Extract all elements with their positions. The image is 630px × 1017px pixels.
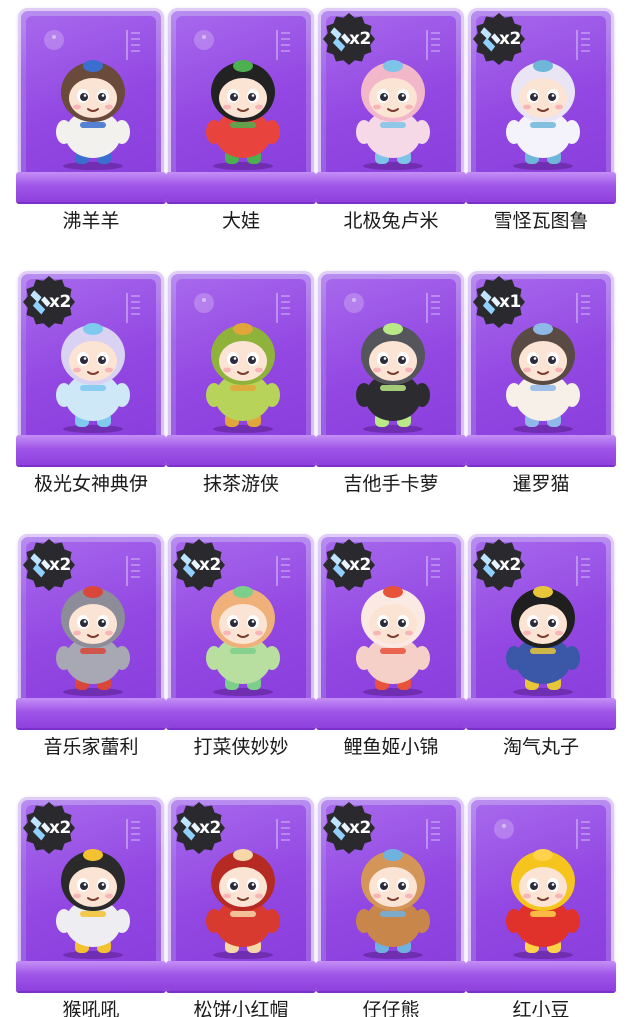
snow-monster-figure-icon [494,52,592,172]
matcha-ranger-figure-icon [194,315,292,435]
figure-name: 抹茶游侠 [202,473,279,495]
badge-count-text: x2 [499,29,521,49]
badge-count-text: x2 [49,292,71,312]
duplicate-count-badge: x2 [22,275,76,329]
figure-name: 松饼小红帽 [193,999,289,1017]
naughty-wanzi-figure-icon [494,578,592,698]
collection-grid: 沸羊羊 大娃 x2 北极兔卢米 x2 雪怪瓦图鲁 x2 极光女神典伊 抹茶游侠 … [0,0,630,1017]
sheep-figure-icon [44,52,142,172]
badge-count-text: x2 [199,818,221,838]
collectible-card[interactable]: x2 雪怪瓦图鲁 [466,4,616,266]
badge-count-text: x2 [199,555,221,575]
figure-name: 仔仔熊 [362,999,420,1017]
duplicate-count-badge: x2 [322,12,376,66]
collectible-card[interactable]: x1 暹罗猫 [466,267,616,529]
badge-count-text: x2 [349,555,371,575]
figure-name: 打菜侠妙妙 [193,736,289,758]
brand-logo-icon [494,819,514,839]
collectible-card[interactable]: x2 猴吼吼 [16,793,166,1017]
figure-name: 沸羊羊 [62,210,120,232]
figure-name: 猴吼吼 [62,999,120,1017]
collectible-card[interactable]: 吉他手卡萝 [316,267,466,529]
figure-name: 鲤鱼姬小锦 [343,736,439,758]
vegetable-hero-figure-icon [194,578,292,698]
display-box-base [466,961,616,991]
siamese-cat-figure-icon [494,315,592,435]
monkey-astronaut-figure-icon [44,841,142,961]
badge-count-text: x2 [349,29,371,49]
badge-count-text: x2 [49,818,71,838]
koi-princess-figure-icon [344,578,442,698]
badge-count-text: x2 [49,555,71,575]
display-box-base [16,961,166,991]
figure-name: 淘气丸子 [502,736,579,758]
figure-name: 音乐家蕾利 [43,736,139,758]
duplicate-count-badge: x2 [172,538,226,592]
display-box-base [316,172,466,202]
musician-figure-icon [44,578,142,698]
duplicate-count-badge: x2 [22,801,76,855]
badge-count-text: x1 [499,292,521,312]
duplicate-count-badge: x2 [322,801,376,855]
collectible-card[interactable]: x2 打菜侠妙妙 [166,530,316,792]
duplicate-count-badge: x2 [472,12,526,66]
display-box-base [466,698,616,728]
badge-count-text: x2 [349,818,371,838]
collectible-card[interactable]: x2 松饼小红帽 [166,793,316,1017]
display-box-base [166,698,316,728]
badge-count-text: x2 [499,555,521,575]
brand-logo-icon [194,30,214,50]
guitarist-figure-icon [344,315,442,435]
figure-name: 极光女神典伊 [33,473,148,495]
display-box-base [316,961,466,991]
collectible-card[interactable]: 抹茶游侠 [166,267,316,529]
display-box [166,8,316,202]
display-box-base [466,435,616,465]
display-box-base [16,172,166,202]
display-box [16,8,166,202]
figure-name: 红小豆 [512,999,570,1017]
display-box [466,797,616,991]
display-box-base [166,172,316,202]
display-box-base [166,961,316,991]
display-box [316,271,466,465]
duplicate-count-badge: x2 [172,801,226,855]
figure-name: 雪怪瓦图鲁 [493,210,589,232]
collectible-card[interactable]: x2 音乐家蕾利 [16,530,166,792]
collectible-card[interactable]: 沸羊羊 [16,4,166,266]
collectible-card[interactable]: 大娃 [166,4,316,266]
display-box [166,271,316,465]
brand-logo-icon [344,293,364,313]
muffin-red-hood-figure-icon [194,841,292,961]
display-box-base [16,435,166,465]
collectible-card[interactable]: x2 仔仔熊 [316,793,466,1017]
figure-name: 吉他手卡萝 [343,473,439,495]
figure-name: 大娃 [221,210,260,232]
display-box-base [16,698,166,728]
red-bean-figure-icon [494,841,592,961]
figure-name: 暹罗猫 [512,473,570,495]
figure-name: 北极兔卢米 [343,210,439,232]
collectible-card[interactable]: x2 极光女神典伊 [16,267,166,529]
collectible-card[interactable]: x2 鲤鱼姬小锦 [316,530,466,792]
display-box-base [466,172,616,202]
collectible-card[interactable]: x2 北极兔卢米 [316,4,466,266]
display-box-base [316,435,466,465]
calabash-boy-figure-icon [194,52,292,172]
display-box-base [316,698,466,728]
duplicate-count-badge: x2 [472,538,526,592]
brand-logo-icon [44,30,64,50]
teddy-bear-figure-icon [344,841,442,961]
collectible-card[interactable]: x2 淘气丸子 [466,530,616,792]
brand-logo-icon [194,293,214,313]
collectible-card[interactable]: 红小豆 [466,793,616,1017]
arctic-rabbit-figure-icon [344,52,442,172]
display-box-base [166,435,316,465]
duplicate-count-badge: x2 [322,538,376,592]
duplicate-count-badge: x2 [22,538,76,592]
aurora-goddess-figure-icon [44,315,142,435]
duplicate-count-badge: x1 [472,275,526,329]
